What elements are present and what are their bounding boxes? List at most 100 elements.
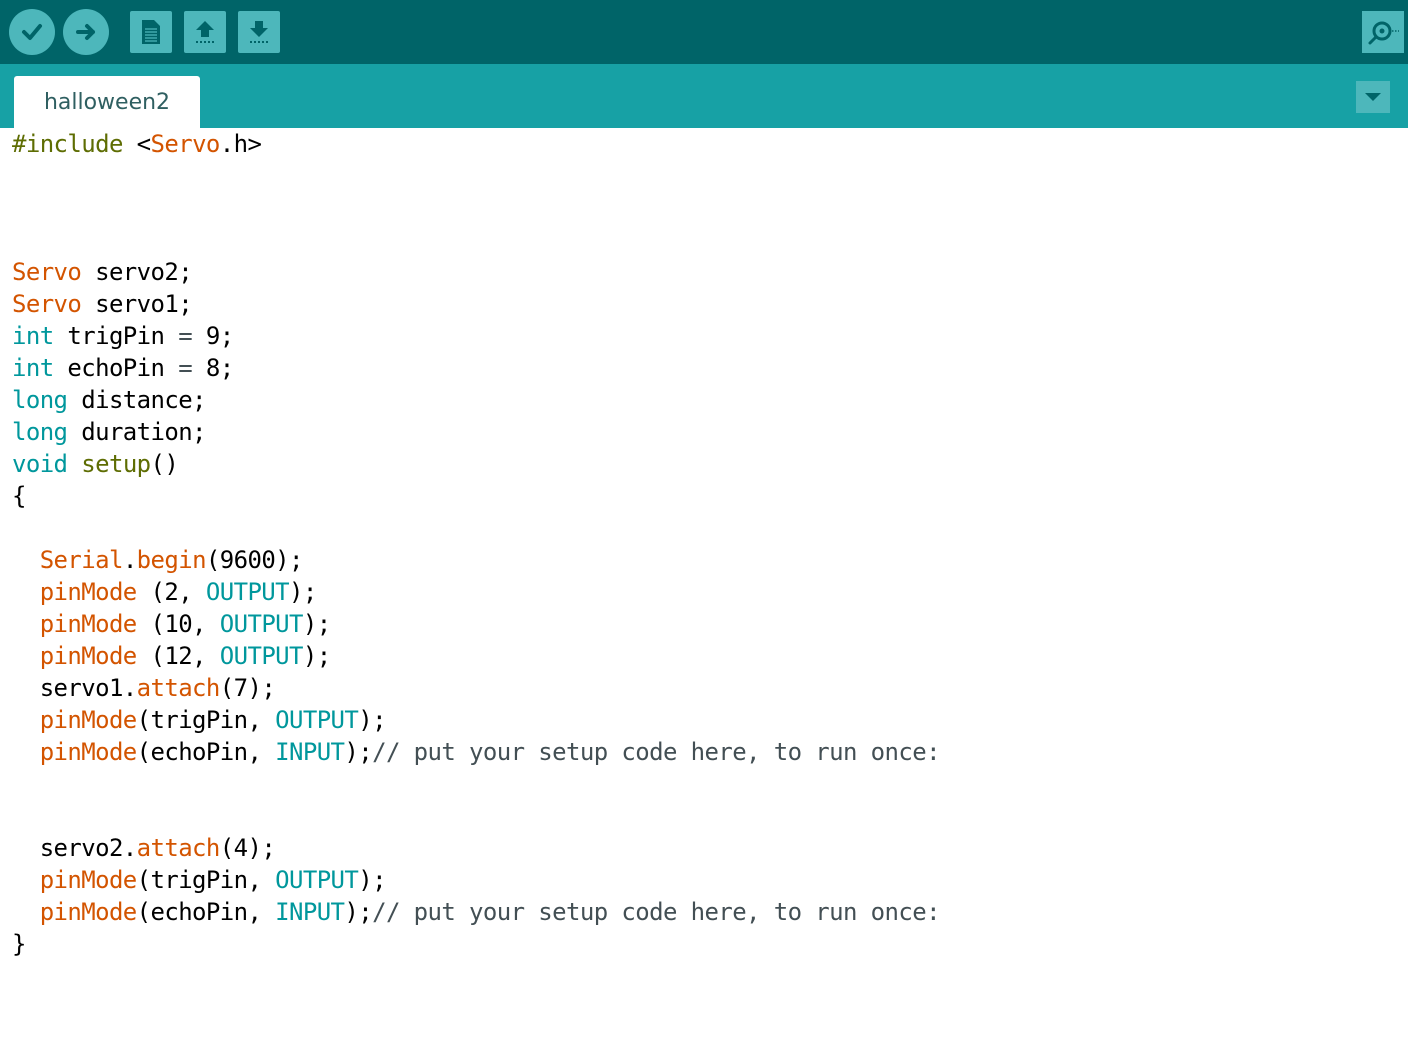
code-token: distance; <box>67 386 206 414</box>
code-token: setup <box>81 450 151 478</box>
code-line: servo1.attach(7); <box>12 672 276 704</box>
code-line: servo2.attach(4); <box>12 832 276 864</box>
code-token: ); <box>344 898 373 926</box>
code-token: // put your setup code here, to run once… <box>372 738 940 766</box>
code-token: (12, <box>136 642 220 670</box>
document-icon <box>142 20 160 44</box>
code-line: pinMode(echoPin, INPUT);// put your setu… <box>12 736 941 768</box>
code-line: long duration; <box>12 416 207 448</box>
code-token: ); <box>302 610 331 638</box>
code-editor[interactable]: #include <Servo.h> Servo servo2; Servo ser… <box>0 128 1408 1042</box>
code-token: echoPin <box>53 354 179 382</box>
code-token: long <box>12 418 68 446</box>
code-token: INPUT <box>275 898 345 926</box>
code-token: pinMode <box>39 898 138 926</box>
down-arrow-icon <box>250 21 268 43</box>
code-line: #include <Servo.h> <box>12 128 262 160</box>
upload-button[interactable] <box>63 9 109 55</box>
toolbar <box>0 0 1408 64</box>
code-token: pinMode <box>39 866 138 894</box>
code-token: ); <box>302 642 331 670</box>
code-token: Servo <box>12 258 82 286</box>
open-button[interactable] <box>184 11 226 53</box>
code-token: pinMode <box>39 610 138 638</box>
new-button[interactable] <box>130 11 172 53</box>
code-token: (2, <box>136 578 206 606</box>
code-token: OUTPUT <box>275 866 359 894</box>
code-line: pinMode(trigPin, OUTPUT); <box>12 704 387 736</box>
code-token: pinMode <box>39 578 138 606</box>
code-token: (trigPin, <box>136 706 276 734</box>
code-token: () <box>150 450 179 478</box>
code-line: pinMode (2, OUTPUT); <box>12 576 318 608</box>
code-line: Serial.begin(9600); <box>12 544 304 576</box>
code-line: int trigPin = 9; <box>12 320 234 352</box>
tab-menu-button[interactable] <box>1356 81 1390 113</box>
code-token: int <box>12 354 54 382</box>
code-token: duration; <box>67 418 206 446</box>
code-token: Servo <box>150 130 221 158</box>
code-token: 9; <box>192 322 234 350</box>
code-line: Servo servo1; <box>12 288 193 320</box>
code-token: servo1; <box>81 290 193 318</box>
code-token: = <box>178 354 193 382</box>
code-token: (echoPin, <box>136 898 276 926</box>
code-token: (trigPin, <box>136 866 276 894</box>
code-token: begin <box>136 546 207 574</box>
code-line: long distance; <box>12 384 207 416</box>
tab-sketch[interactable]: halloween2 <box>14 76 200 128</box>
code-token: servo1. <box>12 674 138 702</box>
code-token: OUTPUT <box>219 642 304 670</box>
code-token: OUTPUT <box>219 610 304 638</box>
code-token: pinMode <box>39 706 138 734</box>
code-line: void setup() <box>12 448 179 480</box>
serial-monitor-button[interactable] <box>1362 11 1404 53</box>
code-line: { <box>12 480 26 512</box>
save-button[interactable] <box>238 11 280 53</box>
code-token: 8; <box>192 354 234 382</box>
code-token: ); <box>358 866 386 894</box>
code-token: OUTPUT <box>205 578 290 606</box>
code-token: void <box>12 450 68 478</box>
code-token: #include <box>12 130 137 158</box>
code-token: (echoPin, <box>136 738 276 766</box>
tab-bar: halloween2 <box>0 64 1408 128</box>
code-token: { <box>12 482 26 510</box>
code-token: trigPin <box>53 322 179 350</box>
code-token: } <box>12 930 26 958</box>
magnifier-icon <box>1368 21 1399 45</box>
code-token: (7); <box>219 674 276 702</box>
code-token: OUTPUT <box>275 706 359 734</box>
code-token: pinMode <box>39 738 138 766</box>
code-token: ); <box>358 706 386 734</box>
code-token: pinMode <box>39 642 138 670</box>
code-token: long <box>12 386 68 414</box>
code-token: (10, <box>136 610 220 638</box>
code-token: = <box>178 322 193 350</box>
right-arrow-icon <box>76 24 95 40</box>
code-line: pinMode (12, OUTPUT); <box>12 640 331 672</box>
code-line: pinMode(echoPin, INPUT);// put your setu… <box>12 896 941 928</box>
code-token: . <box>122 546 137 574</box>
code-line: pinMode (10, OUTPUT); <box>12 608 331 640</box>
code-token: // put your setup code here, to run once… <box>372 898 940 926</box>
code-line: } <box>12 928 26 960</box>
code-token: int <box>12 322 54 350</box>
code-token: attach <box>136 674 221 702</box>
code-token: ); <box>289 578 317 606</box>
code-token: INPUT <box>275 738 345 766</box>
code-line: Servo servo2; <box>12 256 193 288</box>
code-token: ); <box>344 738 373 766</box>
code-token: < <box>136 130 151 158</box>
verify-button[interactable] <box>9 9 55 55</box>
code-token: Servo <box>12 290 82 318</box>
code-token: Serial <box>39 546 124 574</box>
